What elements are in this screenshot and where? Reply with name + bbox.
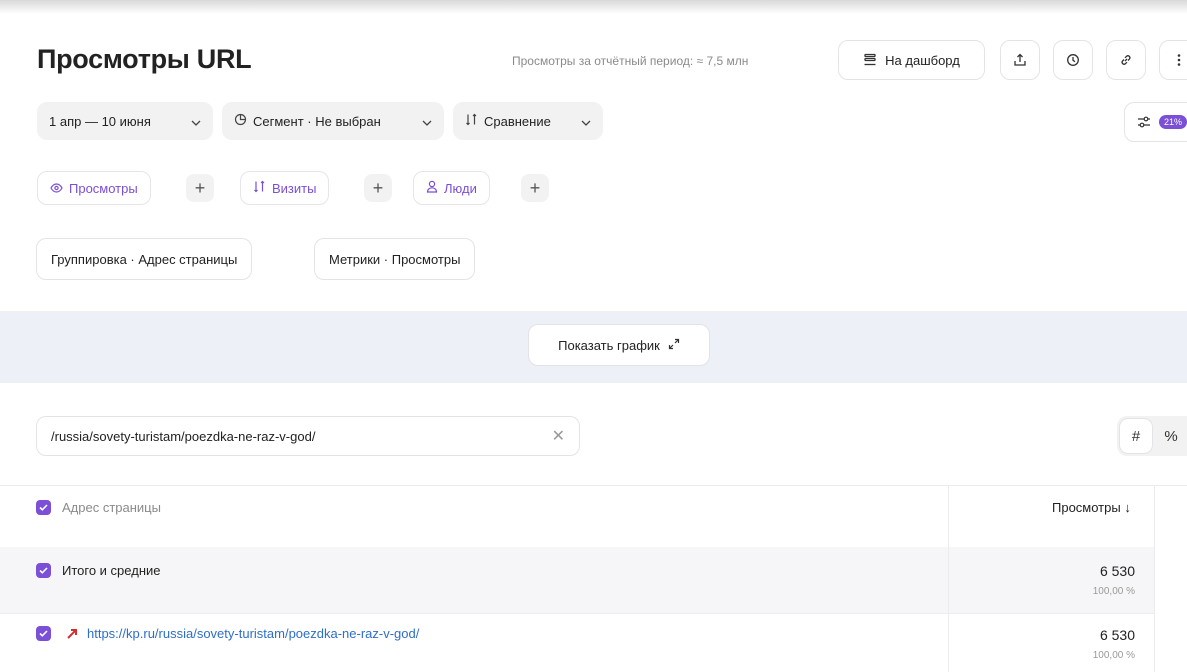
select-all-checkbox[interactable]: [36, 500, 51, 515]
metric-chip-label: Просмотры: [69, 180, 138, 196]
value-mode-toggle[interactable]: # %: [1117, 416, 1187, 456]
person-icon: [426, 180, 438, 196]
add-views-filter-button[interactable]: +: [186, 174, 214, 202]
more-button[interactable]: [1159, 40, 1187, 80]
row-views-value: 6 530: [1099, 627, 1135, 643]
search-value: /russia/sovety-turistam/poezdka-ne-raz-v…: [51, 428, 316, 444]
copy-link-button[interactable]: [1106, 40, 1146, 80]
date-range-label: 1 апр — 10 июня: [49, 113, 151, 129]
visits-icon: [253, 180, 266, 196]
report-settings-button[interactable]: 21%: [1124, 102, 1187, 142]
sliders-icon: [1137, 116, 1151, 128]
metric-chip-label: Визиты: [272, 180, 317, 196]
total-views-value: 6 530: [1099, 563, 1135, 579]
grouping-label: Группировка · Адрес страницы: [51, 251, 238, 267]
link-icon: [1119, 53, 1133, 67]
row-divider: [0, 613, 1154, 614]
row-checkbox[interactable]: [36, 626, 51, 641]
column-header-views[interactable]: Просмотры ↓: [1052, 500, 1131, 515]
plus-icon: +: [372, 177, 384, 198]
expand-icon: [668, 338, 680, 353]
sampling-badge: 21%: [1159, 115, 1187, 129]
plus-icon: +: [194, 177, 206, 198]
percent-values-option[interactable]: %: [1155, 419, 1187, 453]
metric-chip-label: Люди: [444, 180, 477, 196]
column-divider: [948, 485, 949, 672]
eye-icon: [50, 181, 63, 196]
page-url-link[interactable]: https://kp.ru/russia/sovety-turistam/poe…: [87, 626, 419, 641]
more-icon: [1177, 53, 1181, 67]
grouping-button[interactable]: Группировка · Адрес страницы: [36, 238, 253, 280]
column-header-address[interactable]: Адрес страницы: [62, 500, 161, 515]
total-row-label: Итого и средние: [62, 563, 161, 578]
chevron-down-icon: [581, 114, 591, 129]
add-visits-filter-button[interactable]: +: [364, 174, 392, 202]
metric-chip-visits[interactable]: Визиты: [240, 171, 330, 205]
row-views-percent: 100,00 %: [1092, 650, 1135, 661]
metrics-button[interactable]: Метрики · Просмотры: [314, 238, 476, 280]
comparison-icon: [465, 113, 478, 129]
site-favicon-icon: [66, 627, 78, 645]
plus-icon: +: [529, 177, 541, 198]
comparison-label: Сравнение: [484, 113, 551, 129]
url-search-input[interactable]: /russia/sovety-turistam/poezdka-ne-raz-v…: [36, 416, 580, 456]
show-chart-button[interactable]: Показать график: [528, 324, 710, 366]
metrics-label: Метрики · Просмотры: [329, 251, 461, 267]
page-title: Просмотры URL: [37, 44, 252, 74]
add-people-filter-button[interactable]: +: [521, 174, 549, 202]
clear-icon[interactable]: ✕: [552, 426, 565, 446]
metric-chip-people[interactable]: Люди: [413, 171, 490, 205]
total-views-percent: 100,00 %: [1092, 586, 1135, 597]
export-button[interactable]: [1000, 40, 1040, 80]
column-divider: [1154, 485, 1155, 672]
show-chart-label: Показать график: [558, 337, 660, 353]
segment-select[interactable]: Сегмент · Не выбран: [222, 102, 444, 140]
date-range-select[interactable]: 1 апр — 10 июня: [37, 102, 213, 140]
add-to-dashboard-button[interactable]: На дашборд: [838, 40, 985, 80]
segment-icon: [234, 113, 247, 129]
chevron-down-icon: [191, 114, 201, 129]
window-top-edge: [0, 0, 1187, 14]
absolute-values-option[interactable]: #: [1120, 419, 1152, 453]
comparison-select[interactable]: Сравнение: [453, 102, 603, 140]
table-header: [0, 485, 1187, 547]
add-to-dashboard-label: На дашборд: [885, 52, 960, 68]
history-button[interactable]: [1053, 40, 1093, 80]
export-icon: [1013, 53, 1027, 67]
segment-label: Сегмент · Не выбран: [253, 113, 381, 129]
table-total-row: [0, 547, 1154, 613]
metric-chip-views[interactable]: Просмотры: [37, 171, 151, 205]
chevron-down-icon: [422, 114, 432, 129]
total-row-checkbox[interactable]: [36, 563, 51, 578]
dashboard-icon: [863, 53, 877, 67]
period-summary: Просмотры за отчётный период: ≈ 7,5 млн: [512, 54, 749, 68]
history-icon: [1066, 53, 1080, 67]
